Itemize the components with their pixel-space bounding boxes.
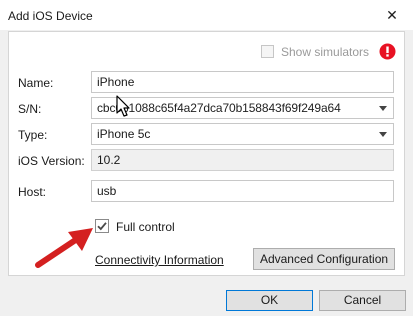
ok-button[interactable]: OK bbox=[226, 290, 313, 311]
name-value: iPhone bbox=[97, 75, 135, 89]
full-control-checkbox[interactable] bbox=[95, 219, 109, 233]
type-value: iPhone 5c bbox=[97, 127, 151, 141]
name-field[interactable]: iPhone bbox=[91, 71, 394, 93]
ios-version-field: 10.2 bbox=[91, 149, 394, 171]
host-value: usb bbox=[97, 184, 117, 198]
type-combobox[interactable]: iPhone 5c bbox=[91, 123, 394, 145]
dialog-title: Add iOS Device bbox=[8, 9, 93, 23]
sn-label: S/N: bbox=[18, 102, 42, 116]
close-button[interactable]: ✕ bbox=[380, 4, 404, 26]
connectivity-information-link[interactable]: Connectivity Information bbox=[95, 253, 224, 267]
show-simulators-label: Show simulators bbox=[281, 45, 370, 59]
name-label: Name: bbox=[18, 76, 54, 90]
sn-value: cbc​0b1088c65f4a27dca70b158843f69f249a64 bbox=[97, 101, 341, 115]
type-label: Type: bbox=[18, 128, 48, 142]
host-field[interactable]: usb bbox=[91, 180, 394, 202]
error-exclamation-icon[interactable] bbox=[379, 43, 396, 60]
show-simulators-checkbox[interactable] bbox=[261, 45, 274, 58]
chevron-down-icon[interactable] bbox=[379, 132, 387, 137]
ios-version-label: iOS Version: bbox=[18, 154, 85, 168]
chevron-down-icon[interactable] bbox=[379, 106, 387, 111]
advanced-configuration-button[interactable]: Advanced Configuration bbox=[253, 248, 395, 270]
host-label: Host: bbox=[18, 185, 47, 199]
checkmark-icon bbox=[97, 222, 107, 231]
cancel-button[interactable]: Cancel bbox=[319, 290, 406, 311]
title-bar: Add iOS Device ✕ bbox=[0, 0, 413, 30]
red-arrow-icon bbox=[35, 228, 93, 268]
ios-version-value: 10.2 bbox=[97, 153, 121, 167]
full-control-label: Full control bbox=[116, 220, 175, 234]
mouse-pointer-icon bbox=[116, 95, 130, 117]
add-ios-device-dialog: Add iOS Device ✕ Show simulators Name: i… bbox=[0, 0, 413, 316]
sn-combobox[interactable]: cbc​0b1088c65f4a27dca70b158843f69f249a64 bbox=[91, 97, 394, 119]
